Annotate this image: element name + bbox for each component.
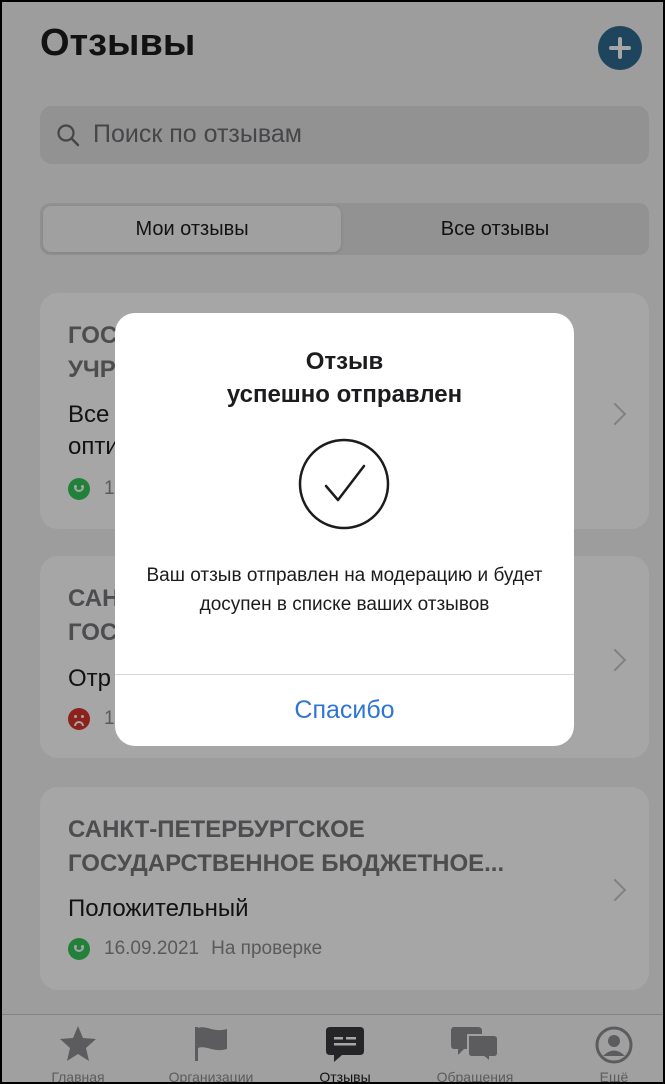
reviews-screen: Отзывы Поиск по отзывам Мои отзывы Все о… bbox=[0, 0, 665, 1084]
checkmark-circle-icon bbox=[298, 438, 390, 530]
dialog-title: Отзыв успешно отправлен bbox=[226, 348, 463, 408]
thanks-button[interactable]: Спасибо bbox=[115, 675, 574, 746]
dialog-message: Ваш отзыв отправлен на модерацию и будет… bbox=[146, 565, 543, 615]
success-dialog: Отзыв успешно отправлен Ваш отзыв отправ… bbox=[115, 313, 574, 746]
